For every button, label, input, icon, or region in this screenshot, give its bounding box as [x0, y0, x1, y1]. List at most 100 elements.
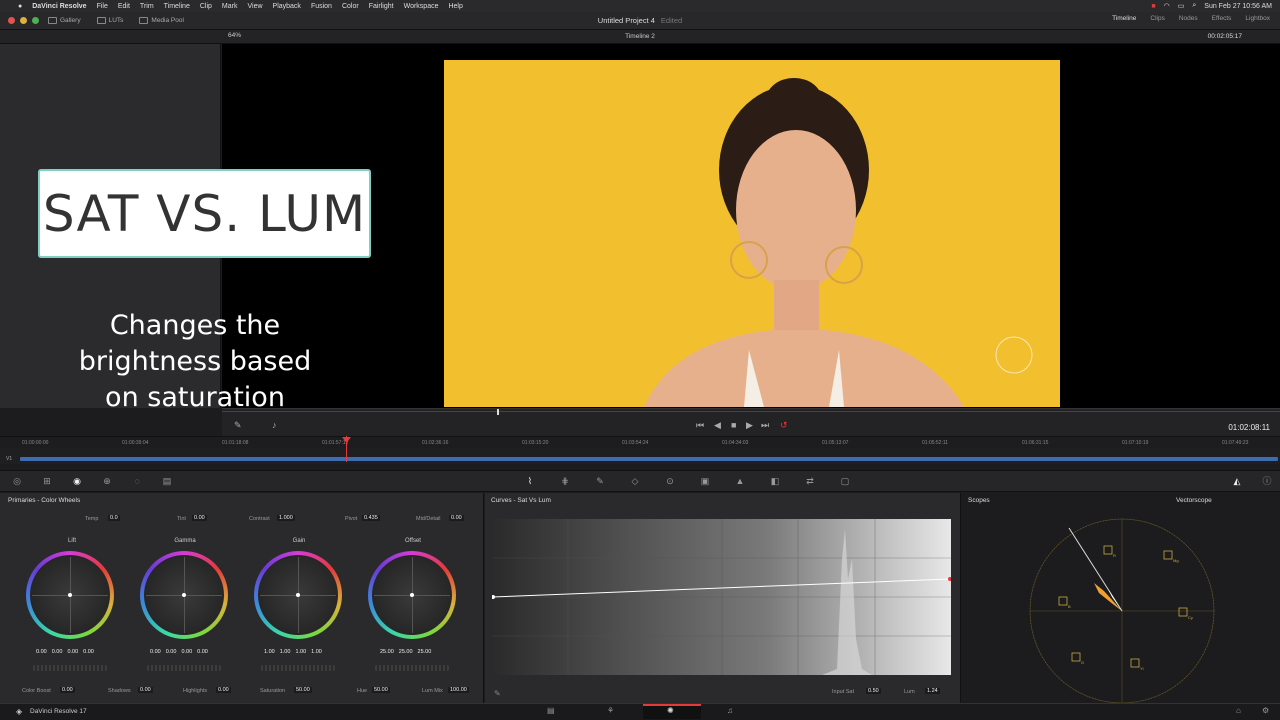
- menu-app-name[interactable]: DaVinci Resolve: [32, 3, 86, 10]
- zoom-window-button[interactable]: [32, 17, 39, 24]
- lift-b[interactable]: 0.00: [83, 649, 94, 655]
- clips-toggle[interactable]: Clips: [1150, 15, 1164, 22]
- home-icon[interactable]: ⌂: [1236, 706, 1241, 715]
- menu-clip[interactable]: Clip: [200, 3, 212, 10]
- gain-r[interactable]: 1.00: [280, 649, 291, 655]
- lift-g[interactable]: 0.00: [67, 649, 78, 655]
- settings-gear-icon[interactable]: ⚙: [1262, 706, 1269, 715]
- gain-y[interactable]: 1.00: [264, 649, 275, 655]
- colorboost-field[interactable]: 0.00: [60, 687, 75, 693]
- middetail-field[interactable]: 0.00: [449, 515, 464, 521]
- scopes-icon[interactable]: ◭: [1232, 476, 1242, 486]
- sizing-icon[interactable]: ⇄: [805, 476, 815, 486]
- qualifier-icon[interactable]: ✎: [595, 476, 605, 486]
- play-reverse-icon[interactable]: ◀: [714, 420, 721, 431]
- timeline-toggle[interactable]: Timeline: [1112, 15, 1136, 22]
- page-media-icon[interactable]: ▤: [547, 706, 555, 715]
- lightbox-toggle[interactable]: Lightbox: [1245, 15, 1270, 22]
- highlights-field[interactable]: 0.00: [216, 687, 231, 693]
- audio-icon[interactable]: ♪: [272, 420, 277, 430]
- menu-playback[interactable]: Playback: [273, 3, 301, 10]
- go-to-end-icon[interactable]: ⏭: [761, 420, 769, 431]
- timeline-name-dropdown[interactable]: Timeline 2: [0, 33, 1280, 40]
- viewer-scrubber[interactable]: [222, 411, 1280, 412]
- saturation-field[interactable]: 50.00: [294, 687, 312, 693]
- magic-mask-icon[interactable]: ▣: [700, 476, 710, 486]
- offset-master-slider[interactable]: [375, 665, 449, 671]
- menu-fairlight[interactable]: Fairlight: [369, 3, 394, 10]
- lift-r[interactable]: 0.00: [52, 649, 63, 655]
- menu-mark[interactable]: Mark: [222, 3, 238, 10]
- lift-wheel[interactable]: [26, 551, 114, 639]
- record-icon[interactable]: ■: [1151, 3, 1155, 10]
- tint-field[interactable]: 0.00: [192, 515, 207, 521]
- menu-edit[interactable]: Edit: [118, 3, 130, 10]
- menu-file[interactable]: File: [97, 3, 108, 10]
- menu-timeline[interactable]: Timeline: [164, 3, 190, 10]
- gain-wheel[interactable]: [254, 551, 342, 639]
- gamma-y[interactable]: 0.00: [150, 649, 161, 655]
- temp-field[interactable]: 0.0: [108, 515, 120, 521]
- battery-icon[interactable]: ▭: [1178, 2, 1185, 10]
- offset-g[interactable]: 25.00: [399, 649, 413, 655]
- menu-workspace[interactable]: Workspace: [404, 3, 439, 10]
- page-fusion-icon[interactable]: ⚘: [607, 706, 614, 715]
- hdr-icon[interactable]: ▤: [162, 476, 172, 486]
- gamma-master-slider[interactable]: [147, 665, 221, 671]
- lum-field[interactable]: 1.24: [925, 688, 940, 694]
- gamma-wheel[interactable]: [140, 551, 228, 639]
- scope-type-dropdown[interactable]: Vectorscope: [1176, 497, 1212, 504]
- curve-graph[interactable]: [492, 519, 951, 675]
- lift-puck[interactable]: [68, 593, 72, 597]
- nodes-toggle[interactable]: Nodes: [1179, 15, 1198, 22]
- close-window-button[interactable]: [8, 17, 15, 24]
- luts-button[interactable]: LUTs: [89, 17, 132, 24]
- menu-color[interactable]: Color: [342, 3, 359, 10]
- effects-toggle[interactable]: Effects: [1212, 15, 1232, 22]
- 3d-icon[interactable]: ▢: [840, 476, 850, 486]
- gain-master-slider[interactable]: [261, 665, 335, 671]
- input-sat-field[interactable]: 0.50: [866, 688, 881, 694]
- offset-b[interactable]: 25.00: [418, 649, 432, 655]
- apple-icon[interactable]: ●: [18, 3, 22, 10]
- offset-puck[interactable]: [410, 593, 414, 597]
- window-icon[interactable]: ◇: [630, 476, 640, 486]
- loop-icon[interactable]: ↺: [780, 420, 788, 431]
- gamma-r[interactable]: 0.00: [166, 649, 177, 655]
- hue-field[interactable]: 50.00: [372, 687, 390, 693]
- info-icon[interactable]: ⓘ: [1262, 476, 1272, 486]
- gallery-button[interactable]: Gallery: [40, 17, 89, 24]
- curve-control-point[interactable]: [948, 577, 951, 581]
- rgb-mixer-icon[interactable]: ⊕: [102, 476, 112, 486]
- stop-icon[interactable]: ■: [731, 420, 736, 430]
- tracker-icon[interactable]: ⊙: [665, 476, 675, 486]
- gamma-b[interactable]: 0.00: [197, 649, 208, 655]
- gain-puck[interactable]: [296, 593, 300, 597]
- menu-view[interactable]: View: [247, 3, 262, 10]
- color-warper-icon[interactable]: ⋕: [560, 476, 570, 486]
- gamma-g[interactable]: 0.00: [181, 649, 192, 655]
- picker-icon[interactable]: ✎: [234, 420, 242, 431]
- curves-icon[interactable]: ⌇: [525, 476, 535, 486]
- menu-help[interactable]: Help: [448, 3, 462, 10]
- lift-y[interactable]: 0.00: [36, 649, 47, 655]
- scrubber-handle[interactable]: [497, 409, 499, 415]
- page-fairlight-icon[interactable]: ♫: [727, 706, 733, 715]
- color-wheels-icon[interactable]: ◉: [72, 476, 82, 486]
- shadows-field[interactable]: 0.00: [138, 687, 153, 693]
- go-to-start-icon[interactable]: ⏮: [696, 420, 704, 431]
- search-icon[interactable]: ⌕: [1192, 2, 1196, 10]
- offset-wheel[interactable]: [368, 551, 456, 639]
- menu-fusion[interactable]: Fusion: [311, 3, 332, 10]
- play-icon[interactable]: ▶: [746, 420, 753, 431]
- lummix-field[interactable]: 100.00: [448, 687, 469, 693]
- pivot-field[interactable]: 0.435: [362, 515, 380, 521]
- offset-r[interactable]: 25.00: [380, 649, 394, 655]
- key-icon[interactable]: ◧: [770, 476, 780, 486]
- picker-icon[interactable]: ✎: [494, 689, 501, 698]
- color-match-icon[interactable]: ⊞: [42, 476, 52, 486]
- curve-control-point[interactable]: [492, 595, 495, 599]
- media-pool-button[interactable]: Media Pool: [131, 17, 192, 24]
- minimize-window-button[interactable]: [20, 17, 27, 24]
- wifi-icon[interactable]: ◠: [1164, 2, 1170, 10]
